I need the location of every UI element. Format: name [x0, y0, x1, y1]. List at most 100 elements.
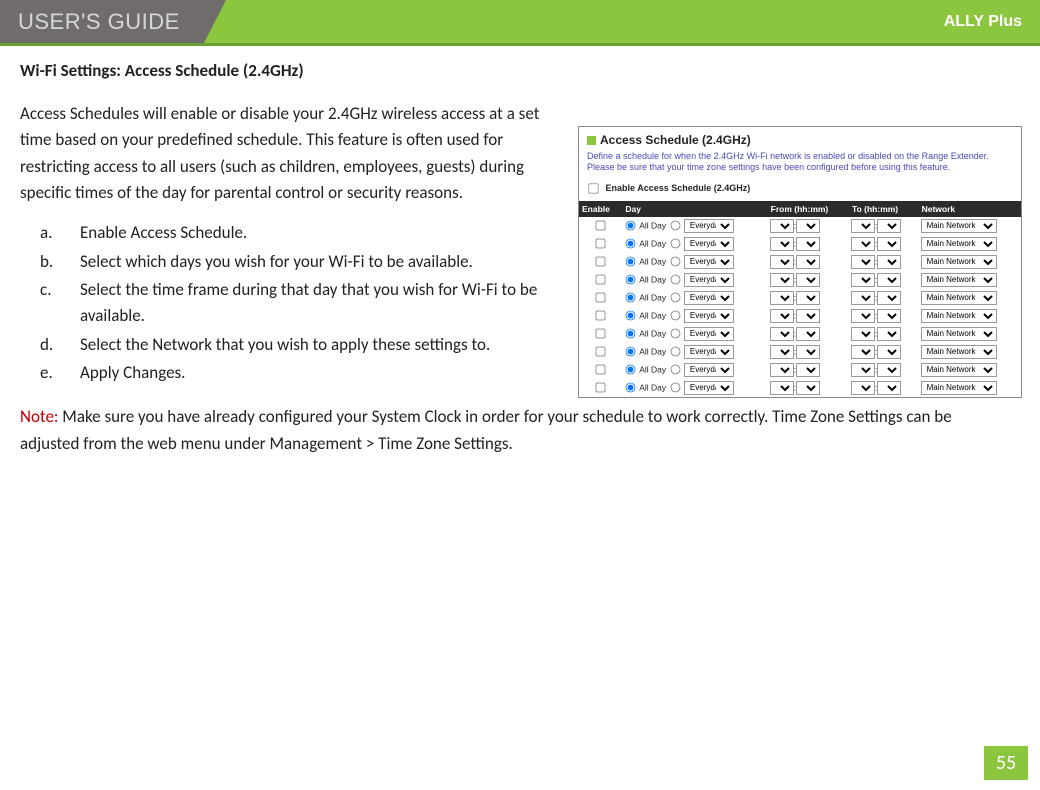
- row-day-radio[interactable]: [670, 275, 680, 285]
- row-allday-radio[interactable]: [626, 311, 636, 321]
- row-allday-radio[interactable]: [626, 293, 636, 303]
- row-enable-checkbox[interactable]: [596, 293, 606, 303]
- row-to-mm-select[interactable]: 00: [877, 327, 901, 341]
- row-to-mm-select[interactable]: 00: [877, 345, 901, 359]
- row-network-select[interactable]: Main Network: [921, 327, 997, 341]
- row-from-hh-select[interactable]: 00: [770, 327, 794, 341]
- row-to-hh-select[interactable]: 00: [851, 219, 875, 233]
- row-from-hh-select[interactable]: 00: [770, 273, 794, 287]
- row-network-select[interactable]: Main Network: [921, 363, 997, 377]
- row-from-hh-select[interactable]: 00: [770, 309, 794, 323]
- row-day-select[interactable]: Everyday: [684, 363, 734, 377]
- row-day-radio[interactable]: [670, 257, 680, 267]
- row-enable-checkbox[interactable]: [596, 347, 606, 357]
- row-network-select[interactable]: Main Network: [921, 219, 997, 233]
- screenshot-title: Access Schedule (2.4GHz): [579, 127, 1021, 149]
- row-day-select[interactable]: Everyday: [684, 327, 734, 341]
- row-from-hh-select[interactable]: 00: [770, 219, 794, 233]
- row-day-radio[interactable]: [670, 347, 680, 357]
- row-day-select[interactable]: Everyday: [684, 291, 734, 305]
- row-from-hh-select[interactable]: 00: [770, 381, 794, 395]
- row-from-mm-select[interactable]: 00: [796, 237, 820, 251]
- row-enable-checkbox[interactable]: [596, 365, 606, 375]
- row-from-mm-select[interactable]: 00: [796, 345, 820, 359]
- row-day-select[interactable]: Everyday: [684, 273, 734, 287]
- row-day-radio[interactable]: [670, 329, 680, 339]
- row-to-hh-select[interactable]: 00: [851, 345, 875, 359]
- row-enable-checkbox[interactable]: [596, 275, 606, 285]
- row-allday-radio[interactable]: [626, 347, 636, 357]
- row-allday-radio[interactable]: [626, 239, 636, 249]
- row-day-select[interactable]: Everyday: [684, 381, 734, 395]
- row-from-mm-select[interactable]: 00: [796, 255, 820, 269]
- row-to-hh-select[interactable]: 00: [851, 255, 875, 269]
- row-to-mm-select[interactable]: 00: [877, 219, 901, 233]
- row-from-hh-select[interactable]: 00: [770, 255, 794, 269]
- enable-schedule-checkbox[interactable]: [588, 183, 598, 193]
- row-to-hh-select[interactable]: 00: [851, 363, 875, 377]
- row-to-mm-select[interactable]: 00: [877, 363, 901, 377]
- row-from-hh-select[interactable]: 00: [770, 291, 794, 305]
- row-from-mm-select[interactable]: 00: [796, 309, 820, 323]
- th-to: To (hh:mm): [849, 201, 919, 217]
- row-enable-checkbox[interactable]: [596, 257, 606, 267]
- row-network-select[interactable]: Main Network: [921, 291, 997, 305]
- row-to-mm-select[interactable]: 00: [877, 273, 901, 287]
- schedule-row: All Day Everyday00:0000:00Main Network: [579, 361, 1021, 379]
- row-network-select[interactable]: Main Network: [921, 237, 997, 251]
- row-allday-radio[interactable]: [626, 365, 636, 375]
- row-from-hh-select[interactable]: 00: [770, 237, 794, 251]
- row-day-radio[interactable]: [670, 221, 680, 231]
- row-from-mm-select[interactable]: 00: [796, 363, 820, 377]
- row-day-select[interactable]: Everyday: [684, 345, 734, 359]
- row-day-select[interactable]: Everyday: [684, 237, 734, 251]
- row-to-hh-select[interactable]: 00: [851, 291, 875, 305]
- row-enable-checkbox[interactable]: [596, 239, 606, 249]
- row-from-mm-select[interactable]: 00: [796, 219, 820, 233]
- row-day-select[interactable]: Everyday: [684, 309, 734, 323]
- row-enable-checkbox[interactable]: [596, 329, 606, 339]
- schedule-row: All Day Everyday00:0000:00Main Network: [579, 307, 1021, 325]
- row-to-hh-select[interactable]: 00: [851, 327, 875, 341]
- row-from-hh-select[interactable]: 00: [770, 345, 794, 359]
- row-from-mm-select[interactable]: 00: [796, 327, 820, 341]
- row-enable-checkbox[interactable]: [596, 221, 606, 231]
- row-to-mm-select[interactable]: 00: [877, 381, 901, 395]
- row-to-mm-select[interactable]: 00: [877, 291, 901, 305]
- row-day-radio[interactable]: [670, 239, 680, 249]
- row-from-mm-select[interactable]: 00: [796, 273, 820, 287]
- row-day-select[interactable]: Everyday: [684, 255, 734, 269]
- row-network-select[interactable]: Main Network: [921, 345, 997, 359]
- row-allday-radio[interactable]: [626, 329, 636, 339]
- config-screenshot: Access Schedule (2.4GHz) Define a schedu…: [578, 126, 1022, 398]
- row-network-select[interactable]: Main Network: [921, 273, 997, 287]
- step-e-label: e.: [20, 360, 70, 386]
- row-to-mm-select[interactable]: 00: [877, 237, 901, 251]
- row-allday-radio[interactable]: [626, 221, 636, 231]
- row-to-hh-select[interactable]: 00: [851, 381, 875, 395]
- row-to-mm-select[interactable]: 00: [877, 255, 901, 269]
- row-to-hh-select[interactable]: 00: [851, 237, 875, 251]
- row-to-mm-select[interactable]: 00: [877, 309, 901, 323]
- row-enable-checkbox[interactable]: [596, 383, 606, 393]
- row-from-mm-select[interactable]: 00: [796, 381, 820, 395]
- screenshot-desc: Define a schedule for when the 2.4GHz Wi…: [579, 149, 1021, 180]
- row-network-select[interactable]: Main Network: [921, 381, 997, 395]
- header-bar: USER'S GUIDE ALLY Plus: [0, 0, 1040, 46]
- row-allday-radio[interactable]: [626, 257, 636, 267]
- row-from-mm-select[interactable]: 00: [796, 291, 820, 305]
- row-allday-radio[interactable]: [626, 383, 636, 393]
- row-day-radio[interactable]: [670, 311, 680, 321]
- row-day-radio[interactable]: [670, 365, 680, 375]
- row-day-select[interactable]: Everyday: [684, 219, 734, 233]
- row-allday-radio[interactable]: [626, 275, 636, 285]
- row-network-select[interactable]: Main Network: [921, 309, 997, 323]
- row-from-hh-select[interactable]: 00: [770, 363, 794, 377]
- row-to-hh-select[interactable]: 00: [851, 309, 875, 323]
- row-day-radio[interactable]: [670, 383, 680, 393]
- row-enable-checkbox[interactable]: [596, 311, 606, 321]
- row-network-select[interactable]: Main Network: [921, 255, 997, 269]
- row-day-radio[interactable]: [670, 293, 680, 303]
- row-to-hh-select[interactable]: 00: [851, 273, 875, 287]
- row-allday-label: All Day: [639, 256, 666, 266]
